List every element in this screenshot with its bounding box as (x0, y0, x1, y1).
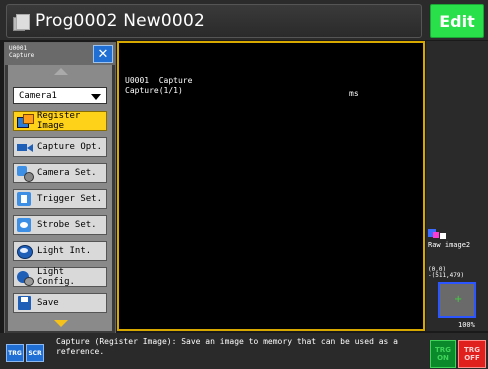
chevron-down-icon (91, 94, 101, 100)
light-int-button[interactable]: Light Int. (13, 241, 107, 261)
image-display[interactable]: U0001 Capture Capture(1/1) ms (117, 41, 425, 331)
trigger-on-button[interactable]: TRG ON (430, 340, 456, 368)
trigger-off-button[interactable]: TRG OFF (458, 340, 486, 368)
unit-code: U0001 (9, 45, 28, 52)
unit-settings-panel: U0001 Capture ✕ Camera1 Register Image C… (4, 42, 116, 334)
edit-button[interactable]: Edit (430, 4, 484, 38)
register-image-button[interactable]: Register Image (13, 111, 107, 131)
light-config-button[interactable]: Light Config. (13, 267, 107, 287)
menu-label: Trigger Set. (37, 194, 103, 204)
camera-set-button[interactable]: Camera Set. (13, 163, 107, 183)
trigger-set-button[interactable]: Trigger Set. (13, 189, 107, 209)
coordinate-readout: (0,0) -(511,479) (428, 266, 465, 279)
strobe-set-button[interactable]: Strobe Set. (13, 215, 107, 235)
panel-menu: Camera1 Register Image Capture Opt. Came… (8, 65, 112, 331)
save-button[interactable]: Save (13, 293, 107, 313)
camera-icon (17, 140, 33, 154)
trg-button[interactable]: TRG (6, 344, 24, 362)
light-icon (17, 244, 33, 259)
camera-select[interactable]: Camera1 (13, 87, 107, 104)
crosshair-icon: + (454, 294, 463, 305)
close-icon: ✕ (97, 46, 109, 62)
save-icon (17, 296, 33, 310)
light-config-icon (17, 270, 34, 286)
program-title: Prog0002 New0002 (35, 11, 205, 31)
camera-settings-icon (17, 166, 34, 182)
menu-label: Light Config. (37, 267, 75, 287)
camera-select-value: Camera1 (19, 90, 57, 101)
display-unit-line: U0001 Capture (125, 76, 193, 85)
menu-label: Strobe Set. (37, 220, 97, 230)
menu-label: Capture Opt. (37, 142, 103, 152)
program-title-bar[interactable]: Prog0002 New0002 (6, 4, 422, 38)
close-button[interactable]: ✕ (93, 45, 113, 63)
panel-header: U0001 Capture ✕ (5, 43, 115, 65)
display-capture-line: Capture(1/1) (125, 86, 183, 95)
scr-button[interactable]: SCR (26, 344, 44, 362)
menu-label: Light Int. (37, 246, 92, 256)
capture-opt-button[interactable]: Capture Opt. (13, 137, 107, 157)
navigator-thumbnail[interactable]: + (438, 282, 476, 318)
strobe-icon (17, 218, 33, 232)
image-info-panel: Raw image2 (0,0) -(511,479) + 100% (426, 41, 488, 331)
unit-name: Capture (9, 52, 35, 59)
help-message: Capture (Register Image): Save an image … (56, 337, 398, 356)
display-time-unit: ms (349, 89, 359, 98)
menu-label: Camera Set. (37, 168, 97, 178)
scroll-down-icon[interactable] (54, 320, 68, 327)
status-bar: TRG SCR Capture (Register Image): Save a… (0, 333, 488, 369)
program-icon (13, 12, 31, 31)
menu-label: Register Image (37, 111, 81, 131)
top-bar: Prog0002 New0002 Edit (0, 0, 488, 40)
image-label: Raw image2 (428, 241, 471, 249)
menu-label: Save (37, 298, 59, 308)
zoom-level: 100% (458, 321, 475, 329)
register-image-icon (17, 114, 34, 128)
image-type-icon (428, 229, 446, 241)
trigger-icon (17, 192, 33, 206)
scroll-up-icon[interactable] (54, 68, 68, 75)
